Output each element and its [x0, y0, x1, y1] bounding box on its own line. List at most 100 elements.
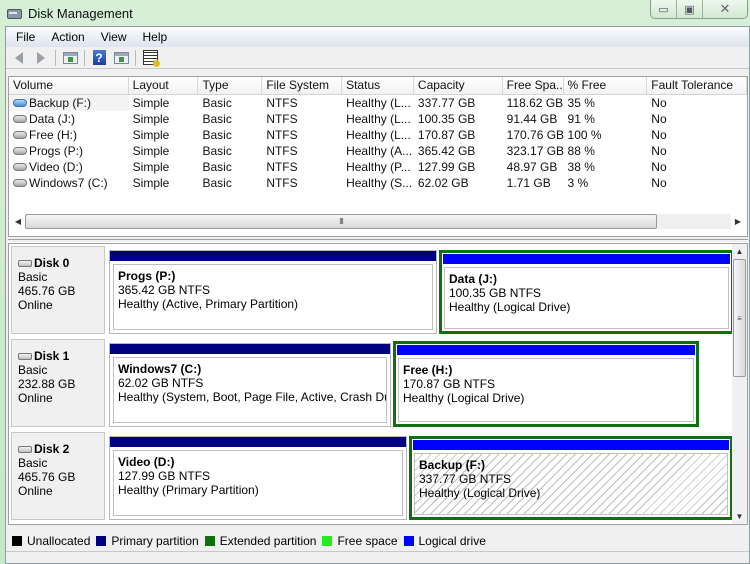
show-hide-action-pane-button[interactable] [110, 48, 132, 68]
type-text: Basic [202, 144, 232, 158]
column-header-layout[interactable]: Layout [129, 77, 199, 94]
type-text: Basic [202, 128, 232, 142]
volume-row[interactable]: Backup (F:) Simple Basic NTFS Healthy (L... 3… [9, 95, 747, 111]
scroll-up-arrow-icon[interactable]: ▲ [732, 244, 747, 259]
volume-row[interactable]: Windows7 (C:) Simple Basic NTFS Healthy (S..… [9, 175, 747, 191]
capacity-text: 170.87 GB [417, 128, 476, 142]
cell-type: Basic [198, 127, 262, 143]
partition-size: 127.99 GB NTFS [118, 469, 211, 483]
volume-text: Video (D:) [29, 160, 83, 174]
scroll-right-arrow-icon[interactable]: ▶ [731, 213, 745, 230]
volume-row[interactable]: Video (D:) Simple Basic NTFS Healthy (P... 12… [9, 159, 747, 175]
cell-capacity: 62.02 GB [414, 175, 503, 191]
volume-drive-icon [13, 179, 27, 187]
menu-help[interactable]: Help [135, 30, 176, 44]
free-space-text: 91.44 GB [506, 112, 558, 126]
column-header-free-space[interactable]: Free Spa... [503, 77, 564, 94]
vertical-scroll-thumb[interactable]: ≡ [733, 259, 746, 377]
disk-state: Online [18, 391, 53, 405]
cell-volume: Progs (P:) [9, 143, 129, 159]
column-header-fault-tolerance[interactable]: Fault Tolerance [647, 77, 748, 94]
cell-status: Healthy (L... [342, 95, 414, 111]
partition-name: Progs (P:) [118, 269, 176, 283]
layout-text: Simple [132, 96, 170, 110]
disk-state: Online [18, 298, 53, 312]
back-button[interactable] [8, 48, 30, 68]
cell-free-space: 1.71 GB [503, 175, 564, 191]
cell-status: Healthy (L... [342, 127, 414, 143]
free-space-text: 323.17 GB [506, 144, 564, 158]
legend-label: Free space [337, 534, 398, 548]
type-text: Basic [202, 160, 232, 174]
partition-status: Healthy (Active, Primary Partition) [118, 297, 299, 311]
partition-block[interactable]: Data (J:) 100.35 GB NTFS Healthy (Logical … [439, 250, 734, 334]
column-header-file-system[interactable]: File System [262, 77, 343, 94]
disk-name-text: Disk 0 [34, 256, 70, 270]
partition-name: Free (H:) [403, 363, 453, 377]
partition-block[interactable]: Free (H:) 170.87 GB NTFS Healthy (Logical … [393, 341, 699, 427]
partition-info: Windows7 (C:) 62.02 GB NTFS Healthy (Syste… [113, 357, 387, 423]
volume-text: Free (H:) [29, 128, 77, 142]
partition-size: 337.77 GB NTFS [419, 472, 512, 486]
legend-swatch [12, 536, 22, 546]
disk-label[interactable]: Disk 2 Basic 465.76 GB Online [11, 432, 105, 520]
cell-free-space: 170.76 GB [503, 127, 564, 143]
disk-name: Disk 1 [18, 349, 104, 363]
column-header-status[interactable]: Status [342, 77, 414, 94]
menu-view[interactable]: View [93, 30, 135, 44]
cell-volume: Free (H:) [9, 127, 129, 143]
status-text: Healthy (L... [346, 112, 411, 126]
properties-button[interactable] [139, 48, 161, 68]
legend-label: Extended partition [219, 534, 317, 548]
close-button[interactable]: ✕ [703, 0, 747, 18]
show-hide-action-pane-icon [113, 51, 129, 64]
toolbar: ? [6, 47, 749, 69]
file-system-text: NTFS [266, 160, 298, 174]
disk-management-window: Disk Management ▭ ▣ ✕ File Action View H… [0, 0, 750, 564]
partition-block[interactable]: Video (D:) 127.99 GB NTFS Healthy (Primary… [109, 436, 407, 520]
percent-free-text: 35 % [567, 96, 595, 110]
legend-item: Unallocated [12, 534, 90, 548]
partition-block[interactable]: Progs (P:) 365.42 GB NTFS Healthy (Active,… [109, 250, 437, 334]
properties-icon [142, 50, 160, 67]
menu-file[interactable]: File [8, 30, 43, 44]
cell-status: Healthy (S... [342, 175, 414, 191]
scroll-left-arrow-icon[interactable]: ◀ [11, 213, 25, 230]
column-header-volume[interactable]: Volume [9, 77, 129, 94]
disk-label[interactable]: Disk 1 Basic 232.88 GB Online [11, 339, 105, 427]
disk-state: Online [18, 484, 53, 498]
volume-row[interactable]: Data (J:) Simple Basic NTFS Healthy (L... 100… [9, 111, 747, 127]
cell-fault-tolerance: No [647, 143, 747, 159]
minimize-button[interactable]: ▭ [651, 0, 677, 18]
show-hide-console-tree-button[interactable] [59, 48, 81, 68]
column-header-type[interactable]: Type [198, 77, 263, 94]
cell-volume: Video (D:) [9, 159, 129, 175]
menu-action[interactable]: Action [43, 30, 92, 44]
cell-free-space: 323.17 GB [503, 143, 564, 159]
fault-tolerance-text: No [651, 96, 667, 110]
file-system-text: NTFS [266, 112, 298, 126]
column-header-capacity[interactable]: Capacity [414, 77, 503, 94]
cell-capacity: 170.87 GB [414, 127, 503, 143]
show-hide-console-tree-icon [62, 51, 78, 64]
forward-button[interactable] [30, 48, 52, 68]
partition-block[interactable]: Windows7 (C:) 62.02 GB NTFS Healthy (Syste… [109, 343, 391, 427]
help-button[interactable]: ? [88, 48, 110, 68]
cell-fault-tolerance: No [647, 95, 747, 111]
horizontal-scrollbar[interactable]: ◀ III ▶ [11, 213, 745, 230]
partition-block[interactable]: Backup (F:) 337.77 GB NTFS Healthy (Logica… [409, 436, 733, 520]
scroll-down-arrow-icon[interactable]: ▼ [732, 509, 747, 524]
disk-size: 232.88 GB [18, 377, 76, 391]
primary-partition-bar [110, 344, 390, 354]
horizontal-scroll-thumb[interactable]: III [25, 214, 657, 229]
vertical-scrollbar[interactable]: ▲ ≡ ▼ [732, 244, 747, 524]
volume-row[interactable]: Progs (P:) Simple Basic NTFS Healthy (A... 36… [9, 143, 747, 159]
cell-type: Basic [198, 159, 262, 175]
disk-type: Basic [18, 363, 48, 377]
column-header-percent-free[interactable]: % Free [564, 77, 648, 94]
volume-row[interactable]: Free (H:) Simple Basic NTFS Healthy (L... 170… [9, 127, 747, 143]
legend-swatch [403, 536, 414, 546]
disk-label[interactable]: Disk 0 Basic 465.76 GB Online [11, 246, 105, 334]
horizontal-scroll-track[interactable]: III [25, 214, 731, 229]
maximize-button[interactable]: ▣ [677, 0, 703, 18]
